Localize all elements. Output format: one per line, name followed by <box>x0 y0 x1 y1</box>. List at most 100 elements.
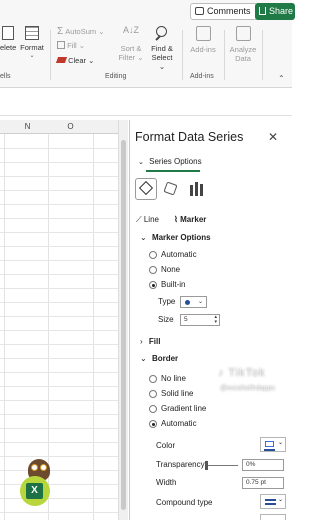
row-line <box>0 330 118 331</box>
column-divider <box>4 134 5 520</box>
dash-type-select[interactable] <box>260 514 286 520</box>
tiktok-icon: ♪ <box>218 367 225 379</box>
radio-solid-line[interactable] <box>149 390 157 398</box>
pane-title: Format Data Series <box>135 130 244 144</box>
row-line <box>0 218 118 219</box>
group-label-cells: ells <box>0 73 11 80</box>
width-label: Width <box>156 478 177 487</box>
row-line <box>0 274 118 275</box>
fill-header[interactable]: › Fill <box>140 337 160 346</box>
row-line <box>0 456 118 457</box>
format-data-series-pane: Format Data Series ✕ ⌄ Series Options ⟋ … <box>129 120 292 520</box>
column-header-n[interactable]: N <box>5 120 50 134</box>
fill-line-category-icon[interactable] <box>135 178 157 200</box>
eraser-icon <box>55 57 68 63</box>
scrollbar-thumb[interactable] <box>121 140 126 510</box>
sort-filter-icon: A↓Z <box>123 25 140 35</box>
radio-automatic[interactable] <box>149 251 157 259</box>
radio-none[interactable] <box>149 266 157 274</box>
series-options-category-icon[interactable] <box>186 178 208 200</box>
radio-label: Automatic <box>161 419 197 428</box>
tab-marker[interactable]: ⌇ Marker <box>174 215 206 224</box>
lines-icon <box>265 499 276 501</box>
row-line <box>0 414 118 415</box>
effects-category-icon[interactable] <box>160 178 182 200</box>
tiktok-watermark: ♪ TikTok <box>218 367 266 379</box>
circle-marker-icon <box>185 300 190 305</box>
radio-label: Automatic <box>161 250 197 259</box>
row-line <box>0 428 118 429</box>
clear-button[interactable]: Clear ⌄ <box>55 56 94 65</box>
comments-label: Comments <box>207 6 251 16</box>
transparency-input[interactable]: 0% <box>242 459 284 471</box>
radio-label: None <box>161 265 181 274</box>
type-label: Type <box>158 297 176 306</box>
tab-line[interactable]: ⟋ Line <box>136 215 159 225</box>
chevron-down-icon: ⌄ <box>138 159 144 166</box>
row-line <box>0 246 118 247</box>
fill-button[interactable]: Fill ⌄ <box>57 41 85 50</box>
chevron-down-icon: ⌄ <box>140 233 147 242</box>
marker-type-select[interactable]: ⌄ <box>180 296 207 308</box>
marker-size-stepper[interactable]: 5 ▴ ▾ <box>180 314 220 326</box>
autosum-button[interactable]: Σ AutoSum ⌄ <box>57 27 105 37</box>
share-icon <box>259 7 266 15</box>
group-separator <box>50 30 51 80</box>
share-button[interactable]: Share <box>255 3 295 20</box>
chevron-down-icon: ⌄ <box>278 440 284 446</box>
color-picker-button[interactable]: ⌄ <box>260 437 286 452</box>
row-line <box>0 344 118 345</box>
fill-down-icon <box>57 41 65 49</box>
analyze-data-icon <box>235 26 251 41</box>
sort-filter-button[interactable]: A↓Z Sort & Filter ⌄ <box>118 25 144 63</box>
comments-button[interactable]: Comments <box>190 3 258 20</box>
ribbon: Comments Share elete Format ⌄ ells Σ Aut… <box>0 0 295 88</box>
group-separator <box>182 30 183 80</box>
radio-no-line[interactable] <box>149 375 157 383</box>
radio-built-in[interactable] <box>149 281 157 289</box>
find-select-button[interactable]: Find & Select ⌄ <box>148 26 176 71</box>
slider-handle[interactable] <box>205 461 208 470</box>
compound-type-select[interactable]: ⌄ <box>260 494 286 509</box>
row-line <box>0 470 118 471</box>
size-label: Size <box>158 315 174 324</box>
group-label-editing: Editing <box>105 73 127 80</box>
analyze-data-button[interactable]: Analyze Data <box>226 26 260 63</box>
add-ins-button[interactable]: Add-ins <box>186 26 220 54</box>
radio-automatic-border[interactable] <box>149 420 157 428</box>
group-separator <box>224 30 225 80</box>
row-line <box>0 372 118 373</box>
spin-arrows-icon[interactable]: ▴ ▾ <box>214 315 217 325</box>
row-line <box>0 358 118 359</box>
column-header-o[interactable]: O <box>48 120 93 134</box>
row-line <box>0 260 118 261</box>
delete-cells-icon <box>2 26 14 40</box>
border-header[interactable]: ⌄ Border <box>140 354 178 363</box>
excel-logo-icon: X <box>20 476 50 506</box>
group-label-add-ins: Add-ins <box>190 73 214 80</box>
marker-options-header[interactable]: ⌄ Marker Options <box>140 233 211 242</box>
share-label: Share <box>269 6 294 16</box>
row-line <box>0 288 118 289</box>
row-line <box>0 512 118 513</box>
row-line <box>0 442 118 443</box>
delete-button[interactable]: elete <box>0 26 16 52</box>
chevron-right-icon: › <box>140 337 143 346</box>
radio-gradient-line[interactable] <box>149 405 157 413</box>
worksheet-grid[interactable]: N O <box>0 120 128 520</box>
row-line <box>0 190 118 191</box>
formula-bar[interactable] <box>0 88 292 116</box>
width-stepper[interactable]: 0.75 pt <box>242 477 284 489</box>
transparency-slider[interactable] <box>206 465 238 466</box>
close-icon[interactable]: ✕ <box>268 130 278 144</box>
series-options-tab[interactable]: ⌄ Series Options <box>138 157 202 166</box>
compound-type-label: Compound type <box>156 498 213 507</box>
radio-label: Solid line <box>161 389 194 398</box>
magnifier-icon <box>154 26 170 42</box>
column-divider <box>48 134 49 520</box>
vertical-scrollbar[interactable] <box>118 120 128 520</box>
row-line <box>0 148 118 149</box>
format-button[interactable]: Format ⌄ <box>18 26 46 61</box>
collapse-ribbon-icon[interactable]: ⌃ <box>278 74 285 83</box>
chevron-down-icon: ⌄ <box>198 299 204 305</box>
